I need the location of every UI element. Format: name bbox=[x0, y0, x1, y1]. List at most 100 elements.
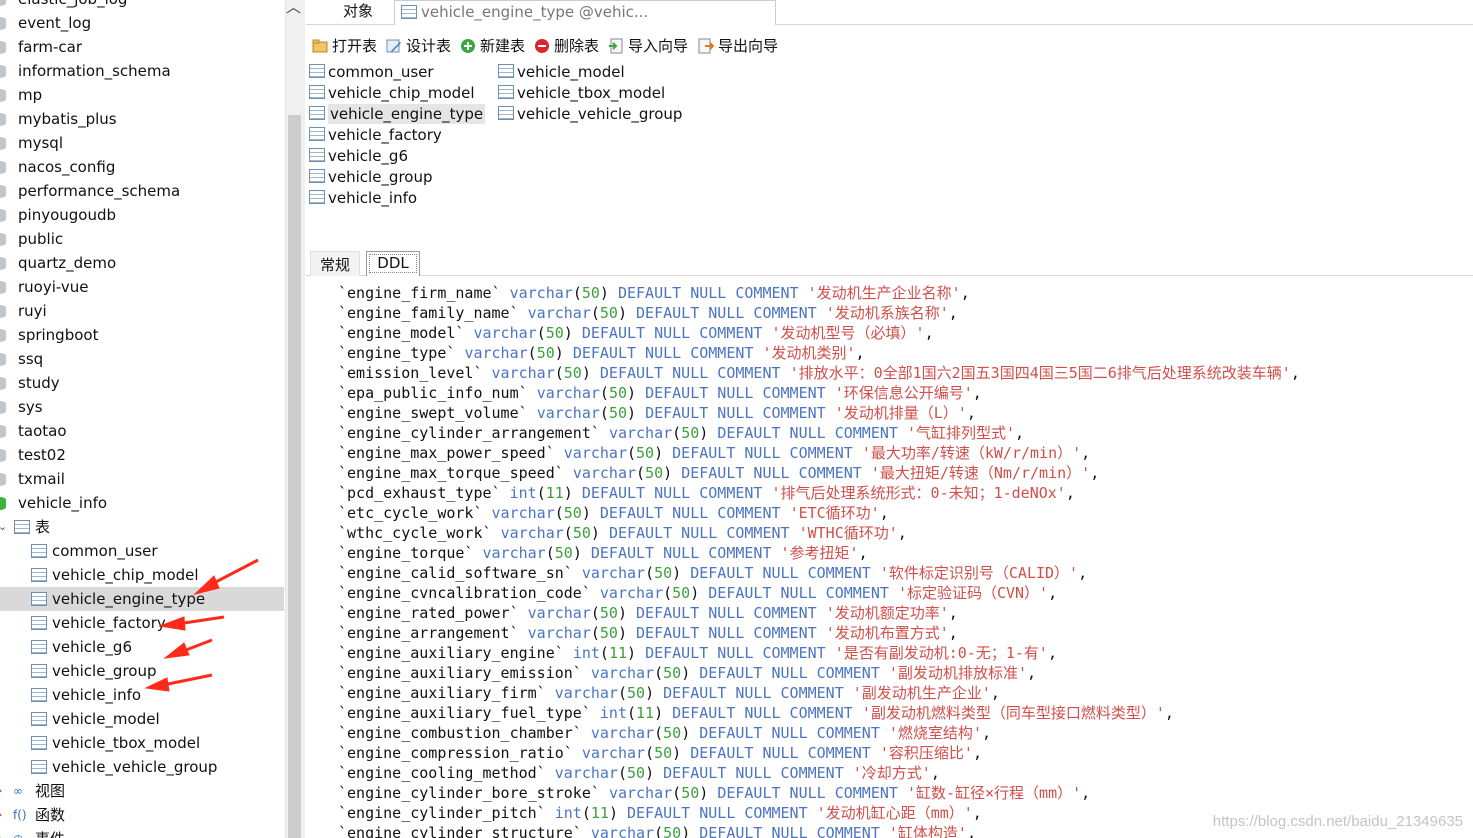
sidebar-database[interactable]: sys bbox=[0, 395, 284, 419]
ddl-keywords: DEFAULT NULL COMMENT bbox=[708, 584, 898, 602]
collapse-icon[interactable]: ⌄ bbox=[0, 515, 7, 539]
sidebar-database[interactable]: ruyi bbox=[0, 299, 284, 323]
database-icon bbox=[0, 0, 6, 6]
column-name: `engine_auxiliary_firm` bbox=[338, 684, 555, 702]
sidebar-database[interactable]: test02 bbox=[0, 443, 284, 467]
expand-icon[interactable]: › bbox=[0, 803, 2, 827]
column-name: `engine_swept_volume` bbox=[338, 404, 537, 422]
ddl-line: `engine_auxiliary_firm` varchar(50) DEFA… bbox=[338, 683, 1000, 703]
paren: ) bbox=[554, 344, 573, 362]
table-icon bbox=[309, 106, 325, 120]
sidebar-database[interactable]: event_log bbox=[0, 11, 284, 35]
sidebar-database[interactable]: ssq bbox=[0, 347, 284, 371]
tab-general[interactable]: 常规 bbox=[310, 251, 360, 276]
ddl-keywords: DEFAULT NULL COMMENT bbox=[681, 464, 871, 482]
open-table-icon bbox=[312, 39, 328, 53]
sidebar-database[interactable]: nacos_config bbox=[0, 155, 284, 179]
sidebar-table-item[interactable]: vehicle_vehicle_group bbox=[0, 755, 284, 779]
ddl-view[interactable]: `engine_firm_name` varchar(50) DEFAULT N… bbox=[306, 276, 1473, 838]
comma: , bbox=[879, 504, 889, 522]
ddl-keywords: DEFAULT NULL COMMENT bbox=[636, 304, 826, 322]
sidebar-table-item[interactable]: vehicle_g6 bbox=[0, 635, 284, 659]
sidebar-database[interactable]: elastic_job_log bbox=[0, 0, 284, 11]
sidebar-database[interactable]: public bbox=[0, 227, 284, 251]
sidebar-folder[interactable]: › ◷ 事件 bbox=[0, 827, 284, 838]
navigation-tree: elastic_job_log event_log farm-car informat… bbox=[0, 0, 285, 838]
column-type: varchar bbox=[527, 604, 591, 622]
sidebar-database[interactable]: mysql bbox=[0, 131, 284, 155]
sidebar-database[interactable]: performance_schema bbox=[0, 179, 284, 203]
sidebar-table-item[interactable]: vehicle_chip_model bbox=[0, 563, 284, 587]
database-icon bbox=[0, 401, 6, 414]
table-icon bbox=[498, 64, 514, 78]
tab-table-vehicle-engine-type[interactable]: vehicle_engine_type @vehic... bbox=[394, 0, 776, 25]
sidebar-table-item[interactable]: vehicle_group bbox=[0, 659, 284, 683]
sidebar-tables-folder[interactable]: ⌄ 表 bbox=[0, 515, 284, 539]
database-icon bbox=[0, 329, 6, 342]
column-type: varchar bbox=[554, 684, 618, 702]
sidebar-database[interactable]: farm-car bbox=[0, 35, 284, 59]
column-length: 11 bbox=[545, 484, 564, 502]
paren: ) bbox=[654, 704, 673, 722]
paren: ( bbox=[527, 344, 537, 362]
sidebar-database[interactable]: ruoyi-vue bbox=[0, 275, 284, 299]
database-icon bbox=[0, 305, 6, 318]
paren: ( bbox=[617, 764, 627, 782]
column-name: `engine_torque` bbox=[338, 544, 483, 562]
paren: ( bbox=[536, 324, 546, 342]
ddl-keywords: DEFAULT NULL COMMENT bbox=[581, 324, 772, 342]
expand-icon[interactable]: › bbox=[0, 779, 2, 803]
expand-icon[interactable]: › bbox=[0, 827, 2, 838]
sidebar-database[interactable]: quartz_demo bbox=[0, 251, 284, 275]
sidebar-database[interactable]: mp bbox=[0, 83, 284, 107]
sidebar-item-label: nacos_config bbox=[18, 158, 116, 176]
database-icon bbox=[0, 113, 6, 126]
sidebar-database[interactable]: pinyougoudb bbox=[0, 203, 284, 227]
paren: ( bbox=[599, 384, 609, 402]
sidebar-item-label: study bbox=[18, 374, 60, 392]
paren: ) bbox=[608, 804, 627, 822]
column-length: 50 bbox=[554, 544, 573, 562]
sidebar-folder[interactable]: › ∞ 视图 bbox=[0, 779, 284, 803]
ddl-keywords: DEFAULT NULL COMMENT bbox=[617, 284, 808, 302]
paren: ( bbox=[590, 304, 600, 322]
tree-scrollbar-thumb[interactable] bbox=[288, 115, 301, 838]
sidebar-database[interactable]: vehicle_info bbox=[0, 491, 284, 515]
sidebar-database[interactable]: mybatis_plus bbox=[0, 107, 284, 131]
column-name: `engine_auxiliary_engine` bbox=[338, 644, 573, 662]
sidebar-table-item[interactable]: vehicle_factory bbox=[0, 611, 284, 635]
sidebar-item-label: quartz_demo bbox=[18, 254, 117, 272]
ddl-keywords: DEFAULT NULL COMMENT bbox=[645, 644, 835, 662]
sidebar-item-label: vehicle_info bbox=[52, 686, 142, 704]
sidebar-database[interactable]: study bbox=[0, 371, 284, 395]
sidebar-database[interactable]: springboot bbox=[0, 323, 284, 347]
tab-objects[interactable]: 对象 bbox=[326, 0, 390, 24]
sidebar-folder[interactable]: › f() 函数 bbox=[0, 803, 284, 827]
sidebar-database[interactable]: information_schema bbox=[0, 59, 284, 83]
column-name: `engine_cylinder_pitch` bbox=[338, 804, 555, 822]
chevron-up-icon[interactable]: ︿ bbox=[286, 0, 301, 17]
column-name: `engine_model` bbox=[338, 324, 474, 342]
paren: ( bbox=[663, 584, 673, 602]
sidebar-database[interactable]: txmail bbox=[0, 467, 284, 491]
column-comment: '缸数-缸径×行程（mm）' bbox=[906, 784, 1082, 802]
sidebar-table-item[interactable]: vehicle_info bbox=[0, 683, 284, 707]
ddl-keywords: DEFAULT NULL COMMENT bbox=[590, 544, 781, 562]
comma: , bbox=[924, 324, 934, 342]
sidebar-item-label: vehicle_engine_type bbox=[52, 590, 206, 608]
column-length: 50 bbox=[663, 824, 682, 838]
column-type: varchar bbox=[491, 504, 555, 522]
column-type: varchar bbox=[527, 304, 591, 322]
sidebar-table-item[interactable]: common_user bbox=[0, 539, 284, 563]
comma: , bbox=[1078, 564, 1088, 582]
sidebar-item-label: elastic_job_log bbox=[18, 0, 127, 11]
sidebar-table-item[interactable]: vehicle_model bbox=[0, 707, 284, 731]
table-icon bbox=[309, 169, 325, 183]
paren: ( bbox=[599, 644, 609, 662]
tab-ddl[interactable]: DDL bbox=[366, 251, 420, 276]
sidebar-table-item[interactable]: vehicle_tbox_model bbox=[0, 731, 284, 755]
column-length: 50 bbox=[636, 444, 655, 462]
sidebar-table-item[interactable]: vehicle_engine_type bbox=[0, 587, 284, 611]
sidebar-database[interactable]: taotao bbox=[0, 419, 284, 443]
column-comment: '排气后处理系统形式：0-未知；1-deNOx' bbox=[771, 484, 1066, 502]
